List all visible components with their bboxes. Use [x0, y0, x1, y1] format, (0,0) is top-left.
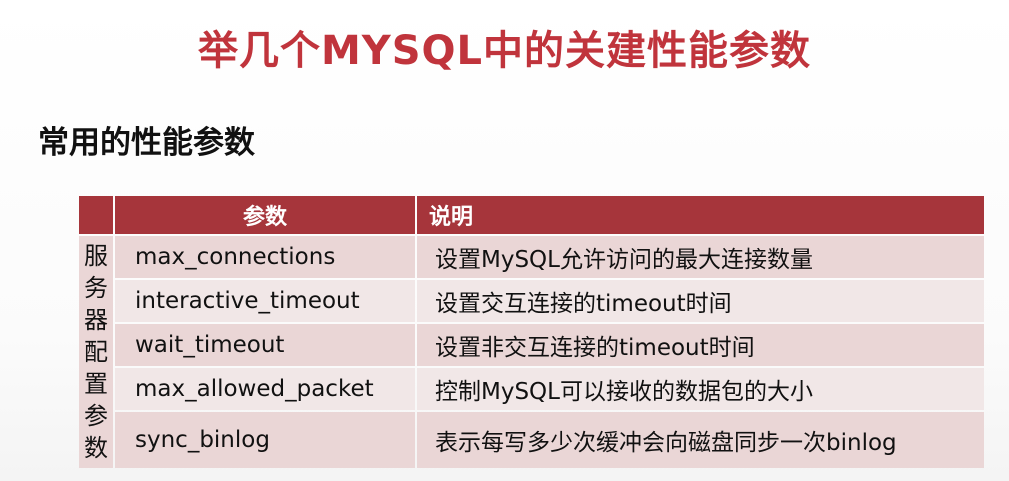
parameter-name: sync_binlog: [115, 412, 415, 468]
table-row: interactive_timeout 设置交互连接的timeout时间: [79, 280, 984, 322]
parameter-name: max_connections: [115, 236, 415, 278]
group-column-header: [79, 196, 113, 234]
table-row: max_allowed_packet 控制MySQL可以接收的数据包的大小: [79, 368, 984, 410]
parameter-table: 参数 说明 服务器配置参数 max_connections 设置MySQL允许访…: [77, 194, 986, 470]
table-row: sync_binlog 表示每写多少次缓冲会向磁盘同步一次binlog: [79, 412, 984, 468]
slide-title: 举几个MYSQL中的关建性能参数: [197, 28, 812, 74]
table-header-row: 参数 说明: [79, 196, 984, 234]
parameter-description: 表示每写多少次缓冲会向磁盘同步一次binlog: [417, 412, 984, 468]
parameter-name: wait_timeout: [115, 324, 415, 366]
parameter-description: 设置非交互连接的timeout时间: [417, 324, 984, 366]
parameter-description: 设置交互连接的timeout时间: [417, 280, 984, 322]
parameter-name: max_allowed_packet: [115, 368, 415, 410]
section-heading: 常用的性能参数: [38, 125, 255, 161]
parameter-description: 设置MySQL允许访问的最大连接数量: [417, 236, 984, 278]
table-row: wait_timeout 设置非交互连接的timeout时间: [79, 324, 984, 366]
parameter-description: 控制MySQL可以接收的数据包的大小: [417, 368, 984, 410]
parameter-column-header: 参数: [115, 196, 415, 234]
description-column-header: 说明: [417, 196, 984, 234]
group-label-cell: 服务器配置参数: [79, 236, 113, 468]
parameter-name: interactive_timeout: [115, 280, 415, 322]
table-row: 服务器配置参数 max_connections 设置MySQL允许访问的最大连接…: [79, 236, 984, 468]
group-label: 服务器配置参数: [84, 242, 108, 462]
